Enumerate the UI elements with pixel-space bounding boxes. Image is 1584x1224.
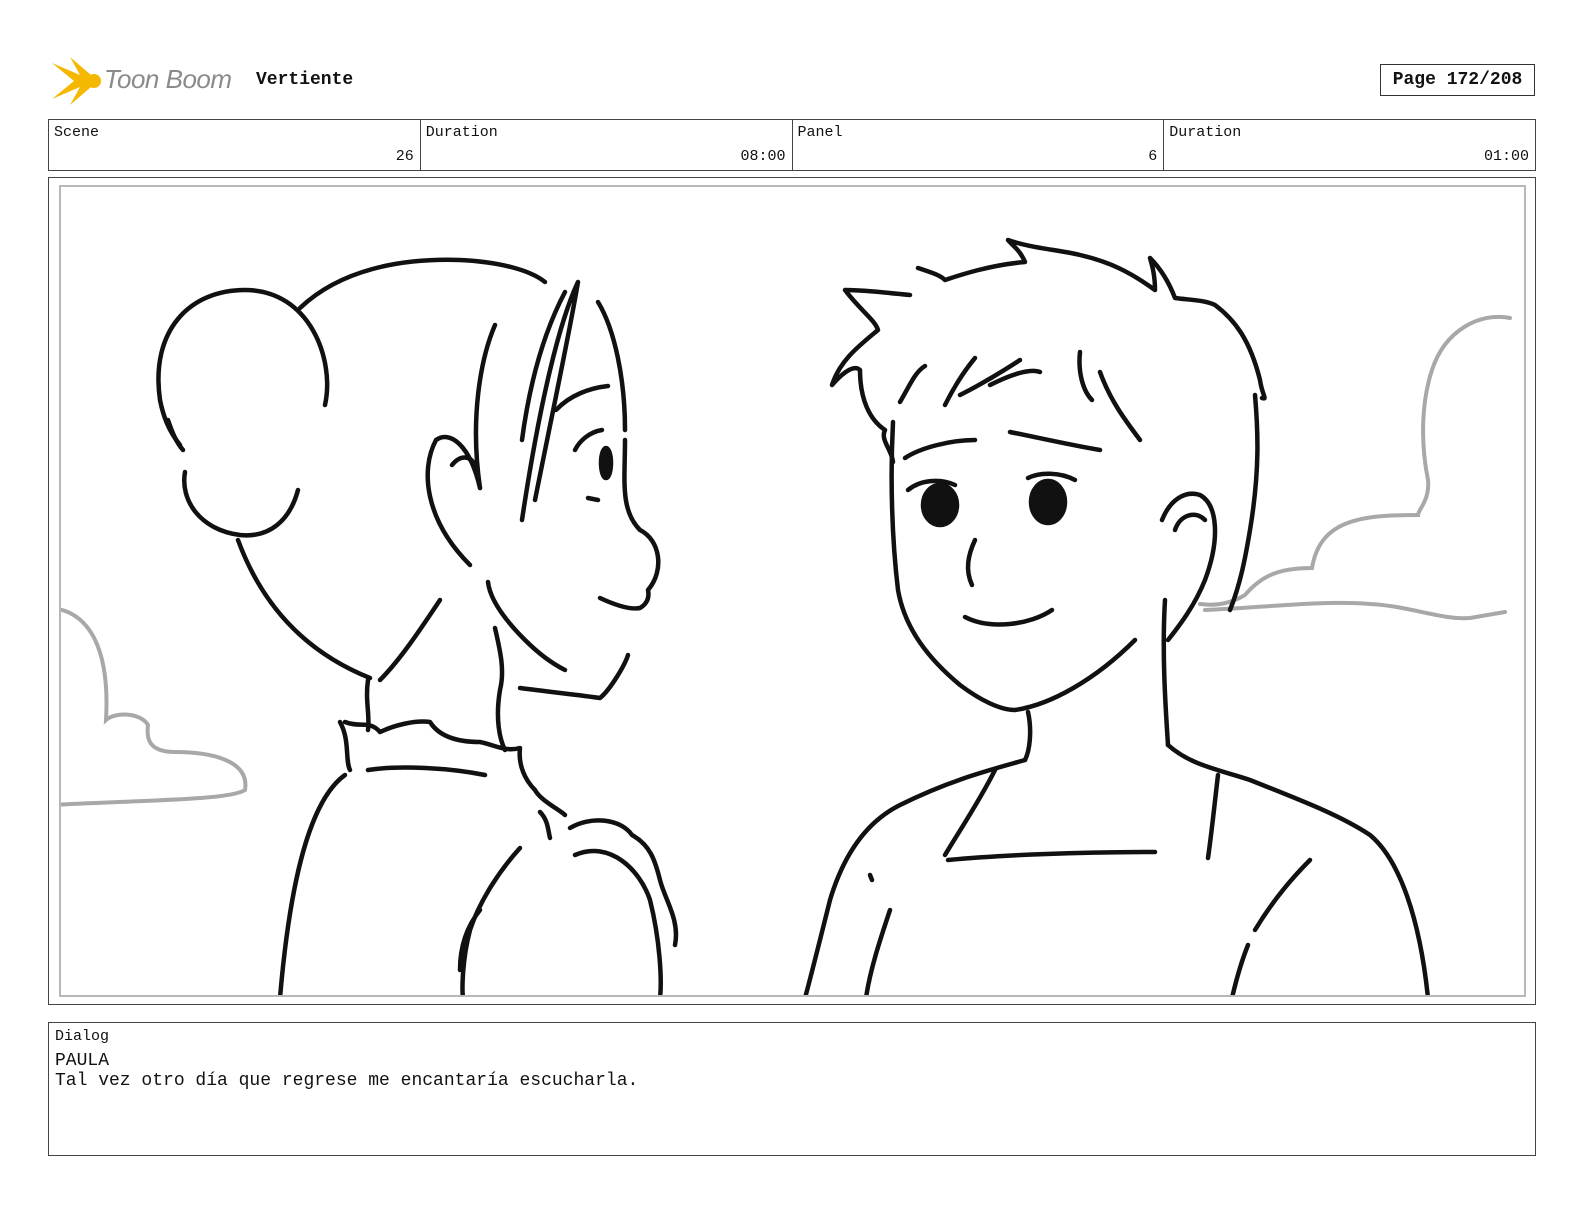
head-back [235, 537, 373, 681]
shoulders [803, 742, 1430, 995]
logo-text: Toon Boom [104, 64, 232, 94]
storyboard-drawing [59, 185, 1526, 997]
eye-brow-2 [572, 427, 605, 453]
boy-sketch [803, 237, 1430, 995]
mouth-line [517, 652, 631, 701]
back-head-low [377, 597, 443, 683]
hair-side [595, 299, 628, 433]
hair-top [915, 237, 1267, 401]
panel-duration-label: Duration [1169, 124, 1242, 141]
hair-back [182, 469, 301, 538]
scene-value: 26 [395, 148, 414, 165]
dialog-line: Tal vez otro día que regrese me encantar… [55, 1071, 639, 1091]
smile [962, 607, 1055, 627]
eyebrow-left [902, 437, 978, 461]
dialog-character: PAULA [55, 1051, 110, 1071]
page-number: Page 172/208 [1380, 64, 1535, 96]
shoulder-front [537, 809, 679, 995]
face [889, 419, 1138, 713]
shirt-folds [864, 857, 1313, 995]
scene-duration-cell: Duration 08:00 [421, 120, 793, 170]
dialog-box: Dialog PAULA Tal vez otro día que regres… [48, 1022, 1536, 1156]
neck-right [1161, 597, 1171, 748]
scene-duration-label: Duration [425, 124, 498, 141]
head-right [1227, 392, 1260, 613]
eye [598, 445, 614, 481]
eyelid-right [1025, 471, 1078, 483]
panel-label: Panel [797, 124, 843, 141]
scene-cell: Scene 26 [49, 120, 421, 170]
dialog-label: Dialog [55, 1028, 110, 1045]
panel-cell: Panel 6 [793, 120, 1165, 170]
panel-value: 6 [1148, 148, 1158, 165]
hair-top [297, 257, 548, 311]
starburst-icon [52, 57, 101, 105]
eye-left [920, 482, 960, 528]
neck-back [364, 677, 371, 733]
hair-strand [473, 322, 498, 491]
shoulder-back [278, 772, 348, 995]
fringe [897, 349, 1143, 443]
cloud-right [1198, 314, 1512, 621]
clouds [61, 314, 1512, 807]
neck-left [1022, 709, 1033, 763]
neck-front [492, 625, 508, 753]
hair-outline [829, 287, 913, 465]
hair-bun [156, 287, 330, 448]
project-title: Vertiente [256, 70, 354, 90]
scene-label: Scene [54, 124, 100, 141]
eyebrow-right [1007, 429, 1103, 453]
eyebrow [553, 383, 611, 413]
ear [425, 434, 483, 568]
nose [965, 537, 978, 588]
eye-right [1028, 478, 1068, 526]
panel-duration-value: 01:00 [1483, 148, 1529, 165]
sketch-svg [61, 237, 1512, 995]
panel-duration-cell: Duration 01:00 [1164, 120, 1535, 170]
collar [942, 767, 1221, 863]
arm [457, 845, 523, 995]
info-row: Scene 26 Duration 08:00 Panel 6 Duration… [48, 119, 1536, 171]
cloud-left [61, 607, 248, 807]
girl-sketch [156, 257, 679, 995]
scene-duration-value: 08:00 [740, 148, 786, 165]
